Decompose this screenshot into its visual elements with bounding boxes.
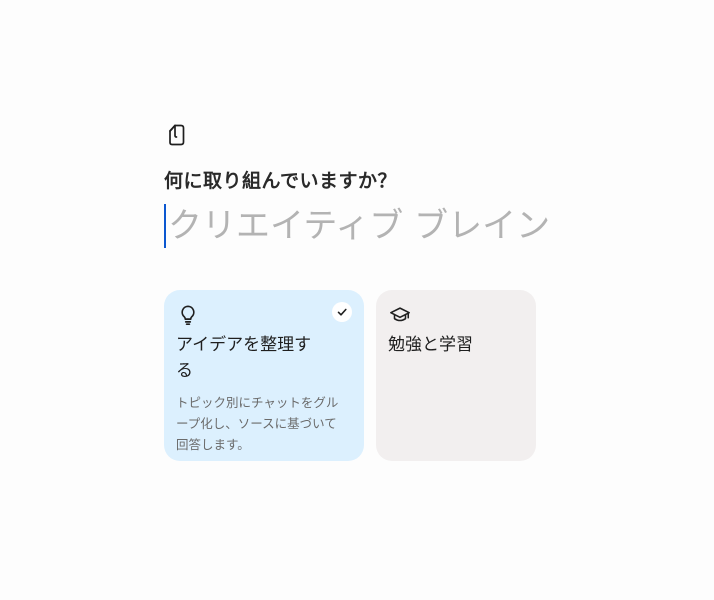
project-name-input[interactable] [164,202,548,250]
checkmark-icon [337,308,347,316]
option-title: 勉強と学習 [388,335,473,355]
selected-badge [332,302,352,322]
lightbulb-icon [181,305,195,325]
notebook-icon [169,124,185,146]
project-name-field[interactable] [164,202,548,250]
page-question: 何に取り組んでいますか？ [164,170,398,192]
option-description: トピック別にチャットをグループ化し、ソースに基づいて回答します。 [176,395,339,452]
option-title: アイデアを整理する [176,335,312,381]
graduation-cap-icon [390,307,410,322]
new-project-screen: 何に取り組んでいますか？ アイデアを整理する トピック別にチャットをグループ化し… [0,0,714,600]
option-card-organize-ideas[interactable]: アイデアを整理する トピック別にチャットをグループ化し、ソースに基づいて回答しま… [164,290,364,461]
text-caret [164,204,166,248]
purpose-options: アイデアを整理する トピック別にチャットをグループ化し、ソースに基づいて回答しま… [164,290,536,461]
option-card-study-learn[interactable]: 勉強と学習 [376,290,536,461]
